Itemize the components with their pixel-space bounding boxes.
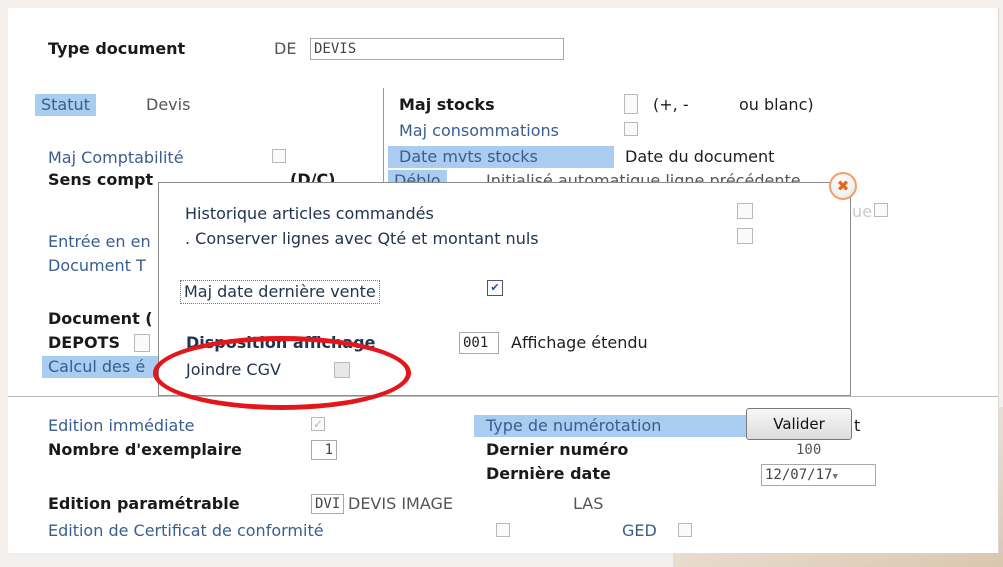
maj-comptabilite-checkbox[interactable] <box>272 149 286 163</box>
statut-value: Devis <box>146 95 191 114</box>
ged-checkbox[interactable] <box>678 523 692 537</box>
type-numerotation-tail: t <box>854 416 861 435</box>
entree-label: Entrée en en <box>48 232 151 251</box>
dernier-numero-label: Dernier numéro <box>486 440 629 459</box>
disposition-affichage-code[interactable]: 001 <box>459 332 499 354</box>
disposition-affichage-value: Affichage étendu <box>511 333 648 352</box>
nombre-exemplaire-field[interactable]: 1 <box>311 440 337 460</box>
maj-stocks-field[interactable] <box>624 94 638 114</box>
joindre-cgv-label: Joindre CGV <box>186 360 281 379</box>
document-t-label: Document T <box>48 256 146 275</box>
historique-articles-checkbox[interactable] <box>737 203 753 219</box>
certificat-conformite-label: Edition de Certificat de conformité <box>48 521 324 540</box>
edition-parametrable-value: DEVIS IMAGE <box>348 494 454 513</box>
dernier-numero-value: 100 <box>796 442 822 458</box>
edition-parametrable-las: LAS <box>573 494 604 513</box>
edition-immediate-checkbox[interactable]: ✓ <box>311 417 325 431</box>
date-mvts-label: Date mvts stocks <box>388 146 614 168</box>
edition-parametrable-label: Edition paramétrable <box>48 494 240 513</box>
chevron-down-icon[interactable]: ▼ <box>832 472 837 482</box>
maj-comptabilite-label: Maj Comptabilité <box>48 148 184 167</box>
type-numerotation-label: Type de numérotation <box>474 415 746 437</box>
date-mvts-value: Date du document <box>625 147 775 166</box>
historique-checkbox[interactable] <box>874 203 888 217</box>
close-icon: ✖ <box>836 176 850 195</box>
derniere-date-value: 12/07/17 <box>765 467 833 483</box>
maj-stocks-hint-a: (+, - <box>653 95 689 114</box>
ged-label: GED <box>622 521 657 540</box>
type-document-label: Type document <box>48 39 186 58</box>
type-document-code: DE <box>274 39 297 58</box>
valider-button[interactable]: Valider <box>746 408 852 440</box>
maj-date-derniere-vente-checkbox[interactable]: ✔ <box>487 280 503 296</box>
close-button[interactable]: ✖ <box>829 172 857 200</box>
certificat-conformite-checkbox[interactable] <box>496 523 510 537</box>
statut-label: Statut <box>35 94 96 116</box>
maj-consommations-label: Maj consommations <box>399 121 559 140</box>
derniere-date-label: Dernière date <box>486 464 611 483</box>
type-document-field[interactable]: DEVIS <box>310 38 564 60</box>
sens-comptable-label: Sens compt <box>48 170 154 189</box>
section-separator <box>8 396 998 397</box>
historique-articles-label: Historique articles commandés <box>185 204 434 223</box>
conserver-lignes-label: . Conserver lignes avec Qté et montant n… <box>185 229 539 248</box>
maj-consommations-checkbox[interactable] <box>624 122 638 136</box>
maj-stocks-hint-b: ou blanc) <box>739 95 814 114</box>
column-divider <box>383 88 384 188</box>
conserver-lignes-checkbox[interactable] <box>737 228 753 244</box>
edition-immediate-label: Edition immédiate <box>48 416 195 435</box>
depots-field[interactable] <box>134 334 150 352</box>
disposition-affichage-label: Disposition affichage <box>186 333 376 352</box>
document-g-label: Document ( <box>48 309 153 328</box>
derniere-date-field[interactable]: 12/07/17▼ <box>761 464 876 486</box>
options-dialog: Historique articles commandés . Conserve… <box>158 182 851 396</box>
joindre-cgv-checkbox[interactable] <box>334 362 350 378</box>
maj-date-derniere-vente-label: Maj date dernière vente <box>180 280 380 304</box>
depots-label: DEPOTS <box>48 333 120 352</box>
calcul-label: Calcul des é <box>42 356 166 378</box>
nombre-exemplaire-label: Nombre d'exemplaire <box>48 440 242 459</box>
edition-parametrable-code[interactable]: DVI <box>311 494 344 514</box>
maj-stocks-label: Maj stocks <box>399 95 495 114</box>
